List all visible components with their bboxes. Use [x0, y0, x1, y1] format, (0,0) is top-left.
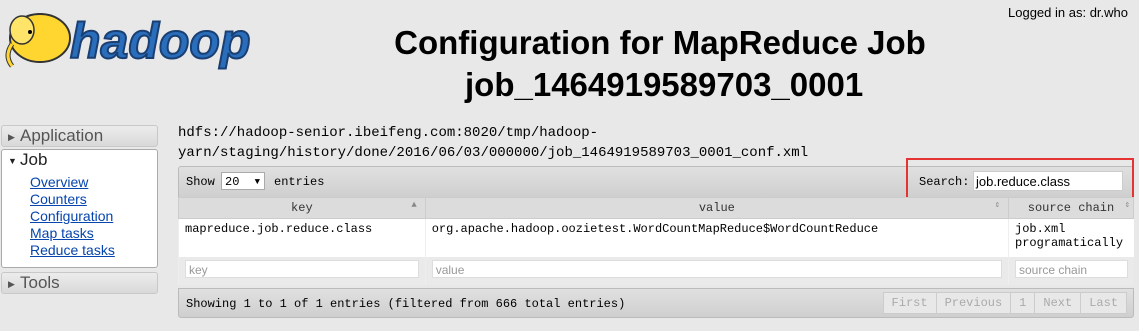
config-table: key ▲ value ⇕ source chain ⇕ mapreduce.job.…	[178, 197, 1134, 285]
filter-source-chain-input[interactable]: source chain	[1015, 260, 1128, 278]
pager-first-button[interactable]: First	[882, 292, 937, 314]
page-title: Configuration for MapReduce Job job_1464…	[310, 22, 1010, 103]
pager-next-button[interactable]: Next	[1034, 292, 1082, 314]
filter-key-input[interactable]: key	[185, 260, 419, 278]
source-chain-line: job.xml	[1015, 222, 1066, 236]
show-label: Show	[186, 175, 215, 189]
chevron-down-icon: ▼	[254, 177, 260, 187]
elephant-icon	[5, 13, 71, 68]
hadoop-logo: hadoop	[5, 12, 252, 70]
filter-value-input[interactable]: value	[431, 260, 1002, 278]
nav-tools[interactable]: ▶ Tools	[1, 272, 158, 294]
sort-both-icon: ⇕	[1124, 200, 1130, 210]
cell-value: org.apache.hadoop.oozietest.WordCountMap…	[424, 218, 1009, 257]
page-title-line1: Configuration for MapReduce Job	[394, 24, 926, 61]
sort-both-icon: ⇕	[994, 200, 1000, 210]
triangle-right-icon: ▶	[8, 278, 15, 289]
entries-info: Showing 1 to 1 of 1 entries (filtered fr…	[186, 297, 626, 311]
nav-link-configuration[interactable]: Configuration	[30, 208, 113, 224]
nav-job-links: Overview Counters Configuration Map task…	[2, 174, 157, 259]
logo-text: hadoop	[70, 13, 251, 69]
sort-asc-icon: ▲	[411, 200, 417, 210]
search-highlight-box	[906, 158, 1134, 202]
page-title-line2: job_1464919589703_0001	[465, 66, 864, 103]
nav-link-map-tasks[interactable]: Map tasks	[30, 225, 94, 241]
nav-link-reduce-tasks[interactable]: Reduce tasks	[30, 242, 115, 258]
pagination: First Previous 1 Next Last	[882, 292, 1127, 314]
nav-link-overview[interactable]: Overview	[30, 174, 88, 190]
logged-in-status: Logged in as: dr.who	[1008, 5, 1128, 20]
entries-label: entries	[274, 175, 325, 189]
page-size-value: 20	[225, 175, 240, 189]
nav-application-label: Application	[20, 126, 104, 145]
nav-application[interactable]: ▶ Application	[1, 125, 158, 147]
pager-page-1-button[interactable]: 1	[1010, 292, 1036, 314]
column-header-source-chain[interactable]: source chain ⇕	[1008, 197, 1134, 219]
nav-job[interactable]: ▼ Job	[2, 150, 157, 170]
page-size-select[interactable]: 20 ▼	[221, 172, 265, 190]
conf-file-path: hdfs://hadoop-senior.ibeifeng.com:8020/t…	[178, 125, 809, 161]
nav-job-section: ▼ Job Overview Counters Configuration Map…	[1, 149, 158, 268]
triangle-down-icon: ▼	[8, 155, 17, 166]
column-header-key[interactable]: key ▲	[178, 197, 426, 219]
cell-key: mapreduce.job.reduce.class	[178, 218, 426, 257]
table-row: mapreduce.job.reduce.class org.apache.ha…	[178, 218, 1134, 257]
nav-tools-label: Tools	[20, 273, 60, 292]
table-footer: Showing 1 to 1 of 1 entries (filtered fr…	[178, 288, 1134, 318]
filter-row: key value source chain	[178, 257, 1134, 285]
pager-last-button[interactable]: Last	[1080, 292, 1127, 314]
cell-source-chain: job.xml programatically	[1008, 218, 1134, 257]
pager-previous-button[interactable]: Previous	[935, 292, 1012, 314]
column-header-value[interactable]: value ⇕	[424, 197, 1010, 219]
nav-job-label: Job	[20, 150, 48, 169]
source-chain-line: programatically	[1015, 236, 1124, 250]
triangle-right-icon: ▶	[8, 131, 15, 142]
nav-link-counters[interactable]: Counters	[30, 191, 87, 207]
sidebar-nav: ▶ Application ▼ Job Overview Counters Conf…	[1, 125, 158, 294]
